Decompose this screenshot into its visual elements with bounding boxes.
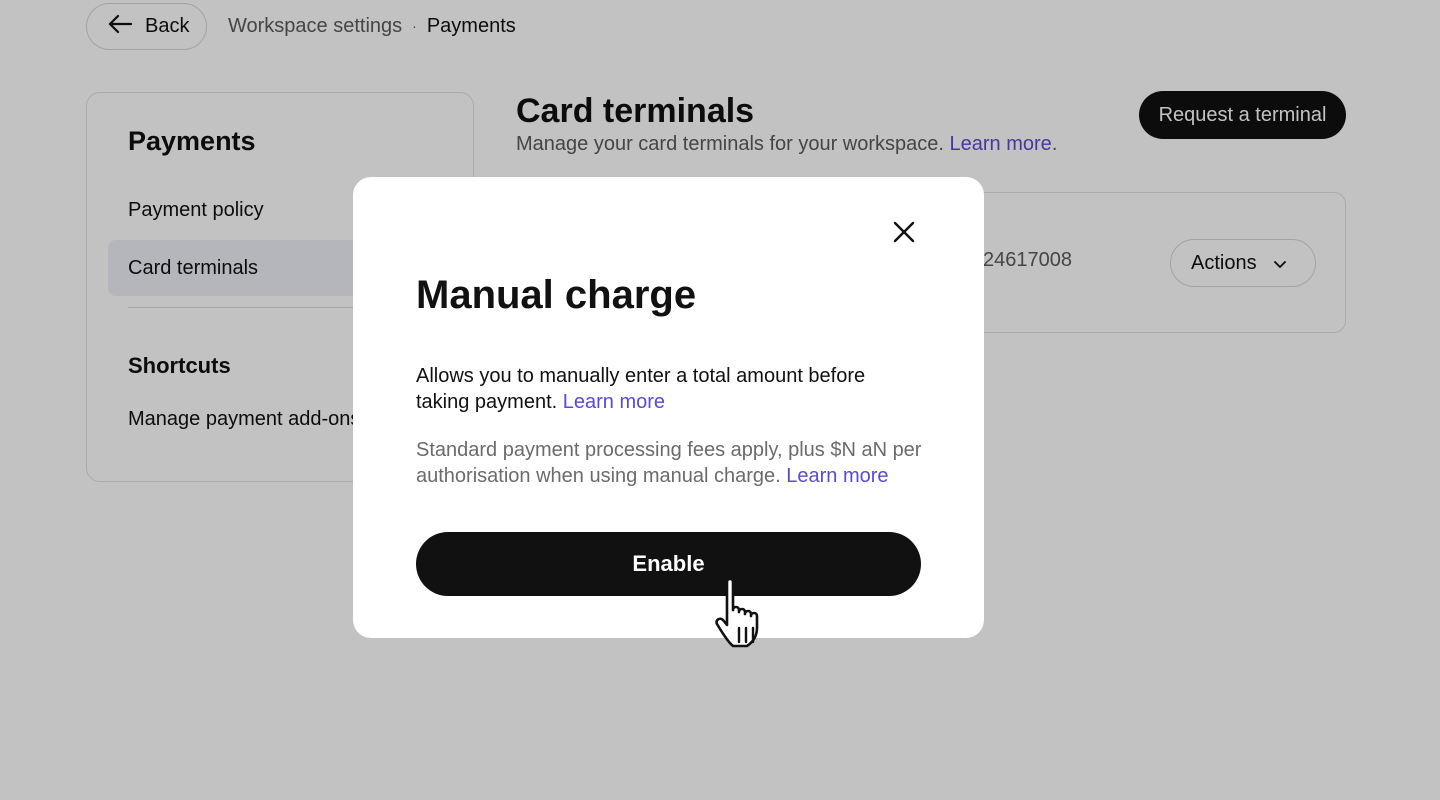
fee-learn-more-link[interactable]: Learn more	[786, 465, 888, 487]
modal-title: Manual charge	[416, 273, 697, 317]
close-icon	[892, 220, 916, 249]
manual-charge-modal: Manual charge Allows you to manually ent…	[353, 177, 984, 638]
hand-pointer-icon	[705, 572, 785, 652]
modal-fee-note: Standard payment processing fees apply, …	[416, 437, 926, 489]
close-button[interactable]	[889, 219, 919, 249]
page: Back Workspace settings · Payments Payme…	[0, 0, 1440, 800]
modal-description: Allows you to manually enter a total amo…	[416, 363, 896, 415]
enable-button[interactable]: Enable	[416, 532, 921, 596]
description-learn-more-link[interactable]: Learn more	[563, 391, 665, 413]
